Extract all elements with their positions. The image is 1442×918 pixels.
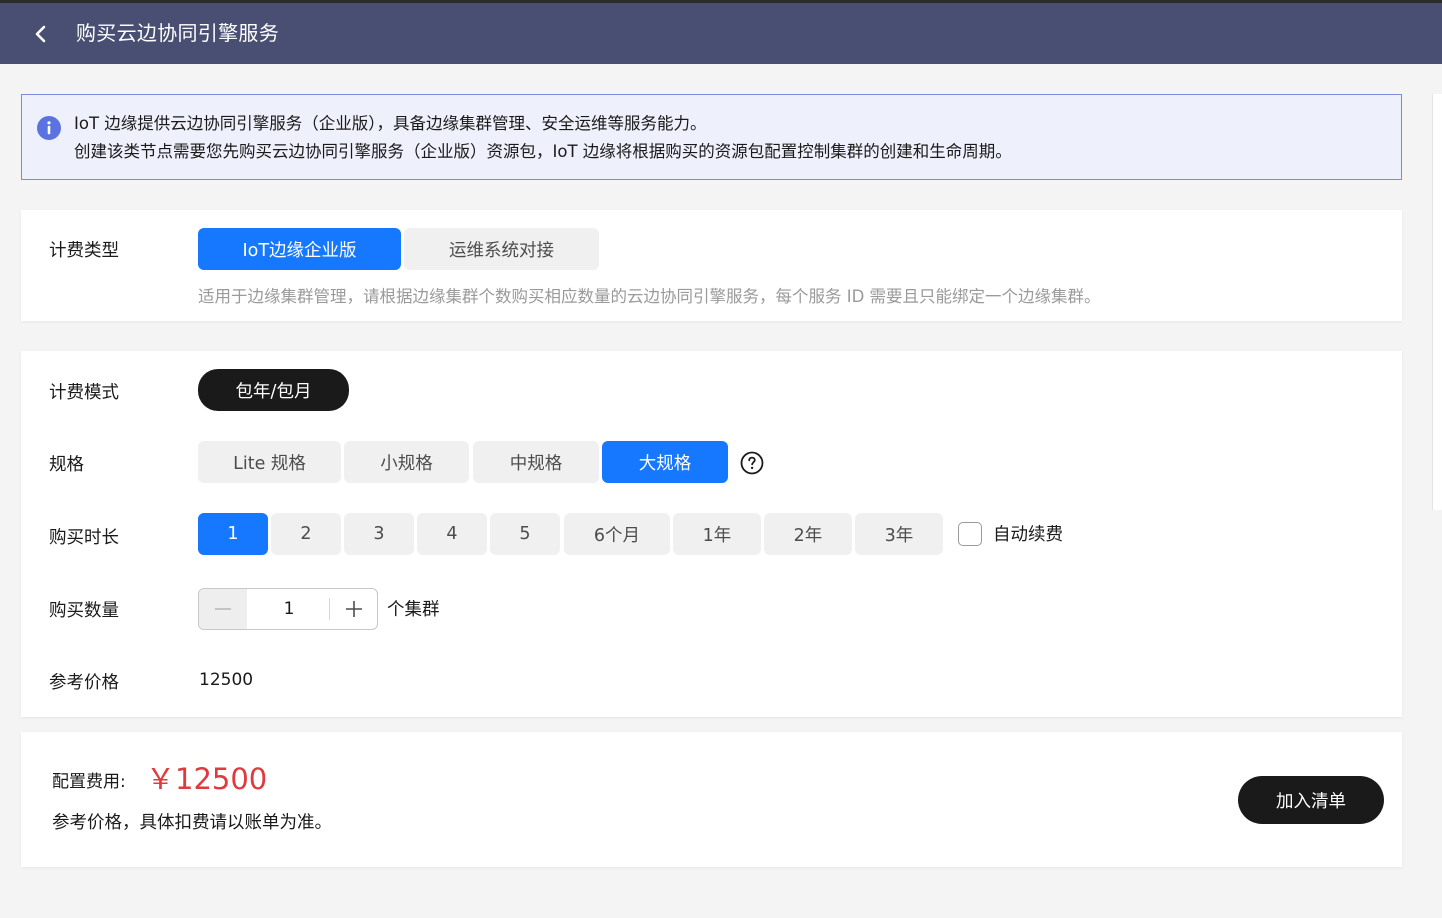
duration-option-1-year[interactable]: 1年 [673,513,761,555]
reference-price-value: 12500 [199,670,254,690]
page-title: 购买云边协同引擎服务 [76,21,279,45]
auto-renew-checkbox[interactable] [958,522,982,546]
back-button[interactable] [28,19,54,49]
duration-option-6-months[interactable]: 6个月 [564,513,670,555]
spec-label: 规格 [49,455,84,475]
quantity-input[interactable] [248,589,330,629]
billing-type-hint: 适用于边缘集群管理，请根据边缘集群个数购买相应数量的云边协同引擎服务，每个服务 … [198,287,1101,306]
billing-type-option-iot-enterprise[interactable]: IoT边缘企业版 [198,228,401,270]
auto-renew-label: 自动续费 [993,525,1063,545]
duration-option-2-years[interactable]: 2年 [764,513,852,555]
summary-card: 配置费用: ￥12500 参考价格，具体扣费请以账单为准。 加入清单 [21,732,1402,867]
notice-text-line-2: 创建该类节点需要您先购买云边协同引擎服务（企业版）资源包，IoT 边缘将根据购买… [74,142,1012,161]
spec-option-medium[interactable]: 中规格 [473,441,599,483]
help-icon[interactable] [740,451,764,475]
quantity-stepper [198,588,378,630]
price-disclaimer: 参考价格，具体扣费请以账单为准。 [52,813,332,833]
info-notice: IoT 边缘提供云边协同引擎服务（企业版），具备边缘集群管理、安全运维等服务能力… [21,94,1402,180]
quantity-decrement-button[interactable] [199,589,247,629]
quantity-increment-button[interactable] [330,589,377,629]
spec-option-small[interactable]: 小规格 [344,441,469,483]
quantity-label: 购买数量 [49,601,119,621]
duration-option-5[interactable]: 5 [490,513,560,555]
duration-option-2[interactable]: 2 [271,513,341,555]
add-to-list-button[interactable]: 加入清单 [1238,776,1384,824]
billing-mode-option-yearly-monthly[interactable]: 包年/包月 [198,369,349,411]
spec-option-lite[interactable]: Lite 规格 [198,441,341,483]
side-panel-edge [1432,94,1442,510]
duration-label: 购买时长 [49,528,119,548]
billing-mode-label: 计费模式 [49,383,119,403]
quantity-unit: 个集群 [387,600,440,620]
info-icon [37,116,61,140]
duration-option-3[interactable]: 3 [344,513,414,555]
purchase-config-card: 计费模式 包年/包月 规格 Lite 规格 小规格 中规格 大规格 购买时长 1… [21,351,1402,717]
duration-option-4[interactable]: 4 [417,513,487,555]
config-fee-label: 配置费用: [52,772,126,792]
duration-option-3-years[interactable]: 3年 [855,513,943,555]
minus-icon [215,608,231,610]
notice-text-line-1: IoT 边缘提供云边协同引擎服务（企业版），具备边缘集群管理、安全运维等服务能力… [74,114,707,133]
billing-type-label: 计费类型 [49,241,119,261]
spec-option-large[interactable]: 大规格 [602,441,728,483]
config-fee-value: ￥12500 [146,762,268,796]
duration-option-1[interactable]: 1 [198,513,268,555]
billing-type-card: 计费类型 IoT边缘企业版 运维系统对接 适用于边缘集群管理，请根据边缘集群个数… [21,210,1402,321]
billing-type-option-ops-integration[interactable]: 运维系统对接 [404,228,599,270]
plus-icon [346,601,362,617]
reference-price-label: 参考价格 [49,673,119,693]
page-header: 购买云边协同引擎服务 [0,3,1442,64]
chevron-left-icon [35,25,46,43]
